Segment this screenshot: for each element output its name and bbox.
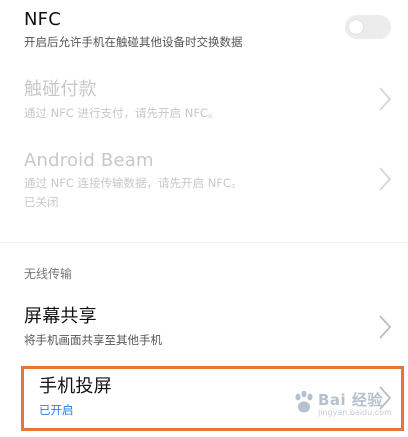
nfc-toggle-knob <box>349 20 363 34</box>
screen-share-row[interactable]: 屏幕共享 将手机画面共享至其他手机 <box>0 296 408 358</box>
watermark-url: jingyan.baidu.com <box>318 408 392 417</box>
nfc-subtitle: 开启后允许手机在触碰其他设备时交换数据 <box>24 35 243 49</box>
section-divider <box>0 242 408 243</box>
watermark-text: Bai 经验 <box>318 391 383 409</box>
chevron-right-icon <box>378 166 392 192</box>
chevron-right-icon <box>378 314 392 340</box>
screen-share-title: 屏幕共享 <box>24 306 97 327</box>
nfc-title: NFC <box>24 9 61 30</box>
android-beam-subtitle: 通过 NFC 连接传输数据，请先开启 NFC。 <box>24 176 243 190</box>
touch-pay-title: 触碰付款 <box>24 79 97 100</box>
android-beam-row[interactable]: Android Beam 通过 NFC 连接传输数据，请先开启 NFC。 已关闭 <box>0 144 408 224</box>
paw-icon <box>295 390 313 413</box>
chevron-right-icon <box>378 86 392 112</box>
nfc-row[interactable]: NFC 开启后允许手机在触碰其他设备时交换数据 <box>0 0 408 62</box>
wireless-section-header: 无线传输 <box>24 267 73 281</box>
android-beam-status: 已关闭 <box>24 195 59 209</box>
touch-pay-subtitle: 通过 NFC 进行支付，请先开启 NFC。 <box>24 106 220 120</box>
baidu-watermark: Bai 经验 jingyan.baidu.com <box>292 388 404 420</box>
android-beam-title: Android Beam <box>24 150 154 171</box>
nfc-settings-screen: NFC 开启后允许手机在触碰其他设备时交换数据 触碰付款 通过 NFC 进行支付… <box>0 0 408 437</box>
nfc-toggle[interactable] <box>345 15 391 39</box>
screen-share-subtitle: 将手机画面共享至其他手机 <box>24 333 162 347</box>
touch-pay-row[interactable]: 触碰付款 通过 NFC 进行支付，请先开启 NFC。 <box>0 68 408 130</box>
